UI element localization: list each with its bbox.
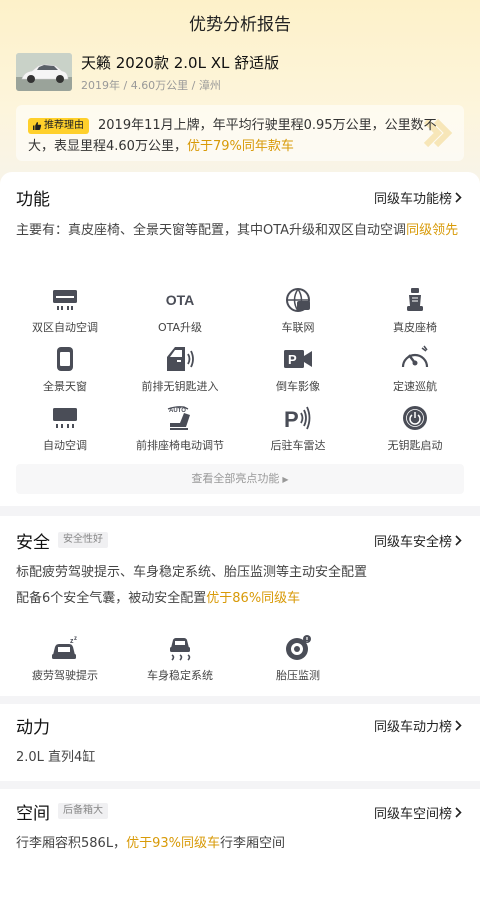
feature-label: 疲劳驾驶提示: [32, 669, 98, 682]
recommend-reason-box: 2019年11月上牌，年平均行驶里程0.95万公里，公里数不大，表显里程4.60…: [16, 105, 464, 161]
feature-label: 车身稳定系统: [147, 669, 213, 682]
power-title: 动力: [16, 718, 50, 738]
dual-zone-ac-icon: [53, 290, 77, 310]
feature-fatigue-alert[interactable]: zz 疲劳驾驶提示: [5, 633, 125, 683]
svg-text:z: z: [74, 636, 77, 642]
car-title: 天籁 2020款 2.0L XL 舒适版: [81, 54, 280, 72]
feature-label: 胎压监测: [276, 669, 320, 682]
function-desc: 主要有：真皮座椅、全景天窗等配置，其中OTA升级和双区自动空调同级领先: [16, 223, 459, 238]
feature-keyless-entry[interactable]: 前排无钥匙进入: [120, 344, 240, 394]
space-rank-link[interactable]: 同级车空间榜: [374, 803, 462, 822]
feature-connected[interactable]: 车联网: [238, 285, 358, 335]
recommend-reason-badge: 推荐理由: [28, 118, 89, 134]
reverse-camera-icon: P: [284, 350, 312, 368]
feature-label: 车联网: [281, 321, 315, 334]
svg-text:P: P: [284, 407, 299, 431]
safety-tag: 安全性好: [58, 532, 108, 548]
power-card: 动力 同级车动力榜 2.0L 直列4缸: [0, 704, 480, 781]
feature-label: 全景天窗: [43, 380, 87, 393]
keyless-entry-icon: [167, 347, 194, 371]
feature-label: OTA升级: [157, 321, 203, 334]
safety-title: 安全: [16, 533, 50, 553]
car-meta: 2019年 / 4.60万公里 / 漳州: [81, 79, 221, 92]
cruise-control-icon: [401, 345, 429, 368]
feature-keyless-start[interactable]: 无钥匙启动: [355, 403, 475, 453]
thumbs-up-icon: [33, 122, 42, 130]
view-all-features-button[interactable]: 查看全部亮点功能 ▶: [16, 464, 464, 494]
space-tag: 后备箱大: [58, 803, 108, 819]
feature-label: 真皮座椅: [393, 321, 437, 334]
ota-icon: OTA: [165, 292, 195, 308]
feature-power-seat[interactable]: AUTO 前排座椅电动调节: [120, 403, 240, 453]
triangle-right-icon: ▶: [282, 475, 289, 484]
space-desc: 行李厢容积586L，优于93%同级车行李厢空间: [16, 836, 285, 851]
stability-control-icon: [170, 638, 191, 661]
chevron-right-icon: [455, 535, 462, 546]
feature-label: 前排座椅电动调节: [136, 439, 224, 452]
feature-label: 后驻车雷达: [270, 439, 326, 452]
space-card: 空间 后备箱大 同级车空间榜 行李厢容积586L，优于93%同级车行李厢空间: [0, 789, 480, 913]
feature-label: 前排无钥匙进入: [141, 380, 219, 393]
sunroof-icon: [57, 347, 73, 371]
power-desc: 2.0L 直列4缸: [16, 750, 96, 765]
recommend-reason-text: 2019年11月上牌，年平均行驶里程0.95万公里，公里数不大，表显里程4.60…: [28, 118, 437, 154]
chevron-right-icon: [455, 192, 462, 203]
feature-dual-zone-ac[interactable]: 双区自动空调: [5, 285, 125, 335]
safety-card: 安全 安全性好 同级车安全榜 标配疲劳驾驶提示、车身稳定系统、胎压监测等主动安全…: [0, 516, 480, 696]
feature-label: 自动空调: [43, 439, 87, 452]
function-title: 功能: [16, 190, 50, 210]
function-rank-link[interactable]: 同级车功能榜: [374, 188, 462, 207]
svg-text:P: P: [288, 352, 297, 367]
power-seat-icon: AUTO: [166, 405, 194, 431]
feature-label: 定速巡航: [393, 380, 437, 393]
feature-sunroof[interactable]: 全景天窗: [5, 344, 125, 394]
feature-auto-ac[interactable]: 自动空调: [5, 403, 125, 453]
leather-seat-icon: [407, 288, 423, 311]
safety-rank-link[interactable]: 同级车安全榜: [374, 531, 462, 550]
feature-cruise-control[interactable]: 定速巡航: [355, 344, 475, 394]
safety-desc-passive: 配备6个安全气囊，被动安全配置优于86%同级车: [16, 591, 301, 606]
feature-parking-radar[interactable]: P 后驻车雷达: [238, 403, 358, 453]
feature-tire-pressure[interactable]: 胎压监测: [238, 633, 358, 683]
feature-reverse-camera[interactable]: P 倒车影像: [238, 344, 358, 394]
fatigue-alert-icon: zz: [52, 636, 77, 659]
space-title: 空间: [16, 804, 50, 824]
parking-radar-icon: P: [284, 406, 311, 431]
feature-label: 双区自动空调: [32, 321, 98, 334]
feature-label: 无钥匙启动: [387, 439, 443, 452]
reason-highlight: 优于79%同年款车: [186, 139, 294, 154]
page-title: 优势分析报告: [189, 15, 291, 35]
feature-label: 倒车影像: [276, 380, 320, 393]
function-card: 功能 同级车功能榜 主要有：真皮座椅、全景天窗等配置，其中OTA升级和双区自动空…: [0, 172, 480, 506]
feature-leather-seat[interactable]: 真皮座椅: [355, 285, 475, 335]
feature-ota[interactable]: OTA OTA升级: [120, 285, 240, 335]
keyless-start-icon: [403, 406, 427, 430]
connected-car-icon: [286, 288, 310, 312]
safety-desc-active: 标配疲劳驾驶提示、车身稳定系统、胎压监测等主动安全配置: [16, 565, 368, 580]
car-thumbnail[interactable]: [16, 53, 72, 91]
tire-pressure-icon: [286, 635, 311, 660]
chevron-right-icon: [455, 807, 462, 818]
auto-ac-icon: [53, 408, 77, 428]
power-rank-link[interactable]: 同级车动力榜: [374, 716, 462, 735]
chevron-right-icon: [455, 720, 462, 731]
feature-stability-control[interactable]: 车身稳定系统: [120, 633, 240, 683]
